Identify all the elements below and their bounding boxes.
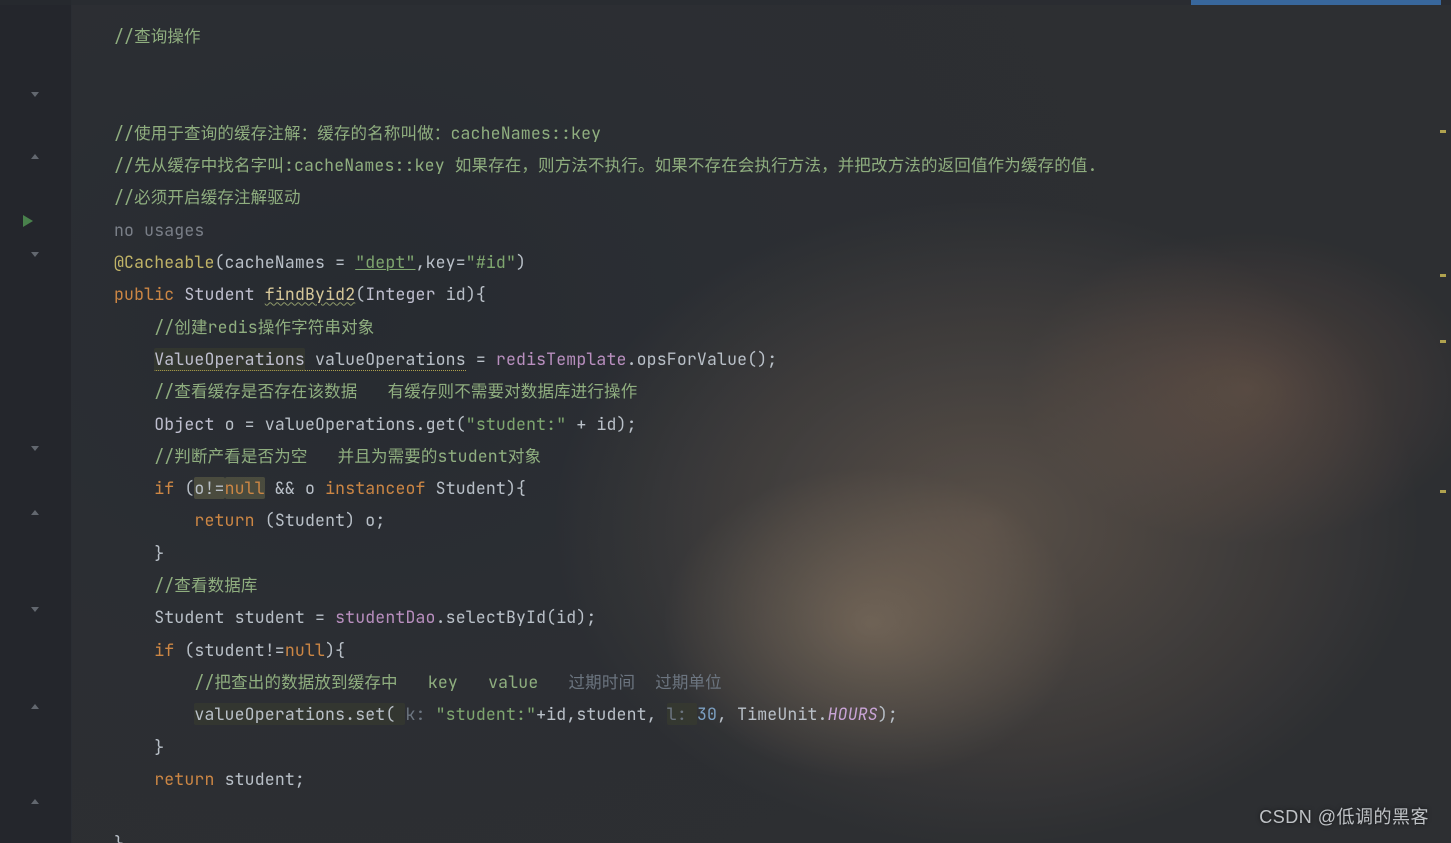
code-token: ,key= (416, 251, 466, 273)
usages-hint: no usages (114, 219, 204, 241)
string-literal: "dept" (355, 251, 415, 273)
code-comment: //查看缓存是否存在该数据 有缓存则不需要对数据库进行操作 (154, 380, 637, 402)
code-comment: //使用于查询的缓存注解：缓存的名称叫做：cacheNames::key (114, 122, 601, 144)
fold-up-icon[interactable] (28, 508, 44, 522)
run-gutter-icon[interactable] (20, 214, 36, 228)
code-comment: //查看数据库 (154, 574, 257, 596)
code-token: , TimeUnit. (717, 703, 828, 725)
code-token: +id,student, (536, 703, 667, 725)
code-comment: //判断产看是否为空 并且为需要的student对象 (154, 445, 541, 467)
code-editor[interactable]: //查询操作 //使用于查询的缓存注解：缓存的名称叫做：cacheNames::… (72, 0, 1451, 843)
code-token: .opsForValue(); (627, 348, 778, 370)
code-comment (458, 671, 488, 693)
brace-open: { (476, 283, 486, 305)
code-token: && o (265, 477, 325, 499)
inlay-hint-l: l: (667, 703, 697, 725)
brace-close: } (114, 832, 124, 843)
number-literal: 30 (697, 703, 717, 725)
type-object: Object (154, 413, 214, 435)
static-hours: HOURS (828, 703, 878, 725)
watermark: CSDN @低调的黑客 (1259, 803, 1429, 829)
code-comment: key (428, 671, 458, 693)
brace-close: } (154, 542, 164, 564)
code-token: ); (878, 703, 898, 725)
annotation-cacheable: @Cacheable (114, 251, 215, 273)
code-content[interactable]: //查询操作 //使用于查询的缓存注解：缓存的名称叫做：cacheNames::… (72, 0, 1451, 843)
code-comment: //必须开启缓存注解驱动 (114, 186, 301, 208)
code-token: = (466, 348, 496, 370)
code-token: ( (174, 477, 194, 499)
fold-down-icon[interactable] (28, 89, 44, 103)
keyword-if: if (154, 477, 174, 499)
keyword-return: return (194, 509, 254, 531)
error-stripe[interactable] (1437, 60, 1449, 800)
string-literal: "student:" (436, 703, 537, 725)
fold-up-icon[interactable] (28, 152, 44, 166)
brace-close: } (154, 736, 164, 758)
code-comment: value (488, 671, 538, 693)
fold-up-icon[interactable] (28, 797, 44, 811)
inlay-hint-expire-unit: 过期单位 (635, 671, 722, 693)
warning-marker[interactable] (1440, 274, 1446, 277)
code-comment: //把查出的数据放到缓存中 (194, 671, 427, 693)
keyword-public: public (114, 283, 174, 305)
code-comment: //先从缓存中找名字叫:cacheNames::key (114, 154, 455, 176)
warning-marker[interactable] (1440, 340, 1446, 343)
inlay-hint-k: k: (405, 703, 435, 725)
code-token: (student!= (174, 639, 285, 661)
inlay-hint-expire-time: 过期时间 (538, 671, 635, 693)
keyword-return: return (154, 768, 214, 790)
code-token: valueOperations.set( (194, 703, 405, 725)
string-literal: "student:" (466, 413, 567, 435)
field-studentDao: studentDao (335, 606, 436, 628)
code-token: (cacheNames = (215, 251, 356, 273)
fold-down-icon[interactable] (28, 443, 44, 457)
keyword-instanceof: instanceof (325, 477, 426, 499)
code-token: Student student = (154, 606, 335, 628)
code-token: id) (436, 283, 476, 305)
code-token: ){ (325, 639, 345, 661)
code-token: ) (516, 251, 526, 273)
ide-editor-shell: //查询操作 //使用于查询的缓存注解：缓存的名称叫做：cacheNames::… (0, 0, 1451, 843)
active-tab-indicator (1191, 0, 1441, 5)
warning-marker[interactable] (1440, 490, 1446, 493)
type-valueoperations: ValueOperations (154, 348, 305, 371)
string-literal: "#id" (466, 251, 516, 273)
code-token: ( (355, 283, 365, 305)
code-token: o = valueOperations.get( (215, 413, 466, 435)
type-integer: Integer (365, 283, 435, 305)
var-valueoperations: valueOperations (305, 348, 466, 371)
fold-up-icon[interactable] (28, 702, 44, 716)
code-comment: //查询操作 (114, 25, 201, 47)
code-token: + id); (566, 413, 636, 435)
code-token: student; (215, 768, 305, 790)
method-def-findByid2: findByid2 (265, 283, 355, 305)
code-token: Student){ (426, 477, 527, 499)
editor-gutter[interactable] (0, 0, 72, 843)
code-comment: //创建redis操作字符串对象 (154, 316, 374, 338)
code-token: (Student) o; (255, 509, 386, 531)
code-token: .selectById(id); (436, 606, 597, 628)
expr-o-notnull: o!= (194, 477, 224, 499)
fold-down-icon[interactable] (28, 249, 44, 263)
fold-down-icon[interactable] (28, 604, 44, 618)
keyword-null: null (225, 477, 265, 499)
field-redisTemplate: redisTemplate (496, 348, 627, 370)
warning-marker[interactable] (1440, 130, 1446, 133)
type-student: Student (184, 283, 254, 305)
keyword-if: if (154, 639, 174, 661)
keyword-null: null (285, 639, 325, 661)
code-comment: 如果存在，则方法不执行。如果不存在会执行方法，并把改方法的返回值作为缓存的值. (455, 154, 1098, 176)
